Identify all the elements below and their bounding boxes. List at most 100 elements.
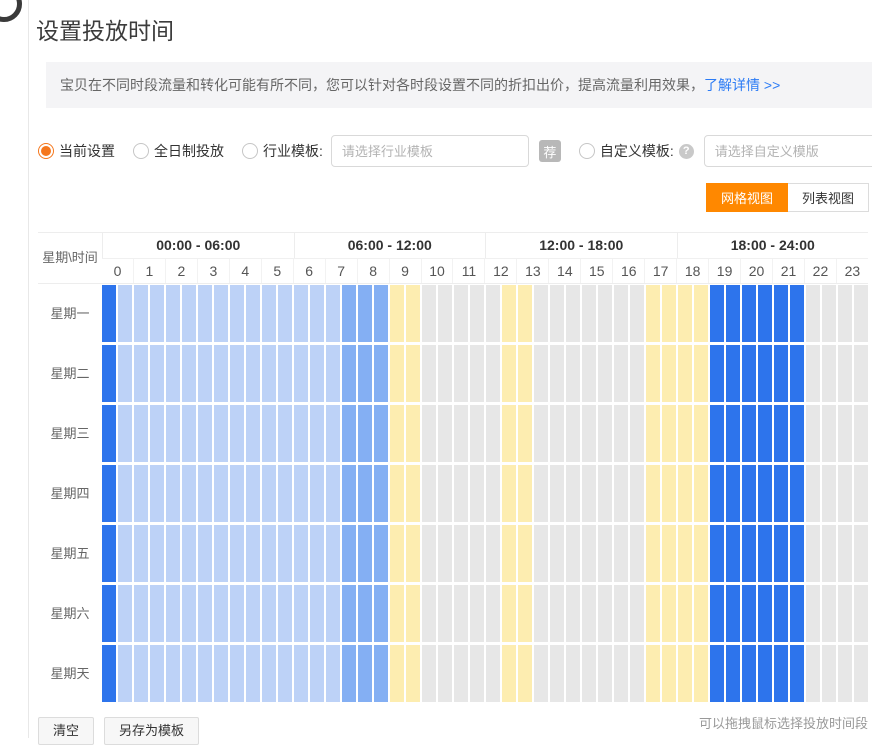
time-slot-cell[interactable] [598,405,612,462]
time-slot-cell[interactable] [374,585,388,642]
time-slot-cell[interactable] [534,525,548,582]
time-slot-cell[interactable] [534,405,548,462]
time-slot-cell[interactable] [374,405,388,462]
time-slot-cell[interactable] [774,405,788,462]
time-slot-cell[interactable] [150,525,164,582]
time-slot-cell[interactable] [582,525,596,582]
time-slot-cell[interactable] [630,405,644,462]
time-slot-cell[interactable] [118,345,132,402]
time-slot-cell[interactable] [774,585,788,642]
time-slot-cell[interactable] [390,285,404,342]
time-slot-cell[interactable] [182,525,196,582]
time-slot-cell[interactable] [358,465,372,522]
grid-view-button[interactable]: 网格视图 [706,183,788,212]
time-slot-cell[interactable] [502,405,516,462]
time-slot-cell[interactable] [182,345,196,402]
time-slot-cell[interactable] [678,525,692,582]
time-slot-cell[interactable] [198,465,212,522]
time-slot-cell[interactable] [598,645,612,702]
time-slot-cell[interactable] [486,405,500,462]
industry-template-input[interactable] [331,135,529,167]
time-slot-cell[interactable] [246,525,260,582]
time-slot-cell[interactable] [806,645,820,702]
time-slot-cell[interactable] [694,465,708,522]
time-slot-cell[interactable] [630,465,644,522]
time-slot-cell[interactable] [678,585,692,642]
time-slot-cell[interactable] [822,285,836,342]
custom-template-input[interactable] [704,135,872,167]
time-slot-cell[interactable] [310,585,324,642]
time-slot-cell[interactable] [166,645,180,702]
time-slot-cell[interactable] [374,645,388,702]
time-slot-cell[interactable] [278,285,292,342]
time-slot-cell[interactable] [582,465,596,522]
time-slot-cell[interactable] [838,345,852,402]
time-slot-cell[interactable] [582,285,596,342]
time-slot-cell[interactable] [662,465,676,522]
time-slot-cell[interactable] [614,525,628,582]
time-slot-cell[interactable] [310,465,324,522]
time-slot-cell[interactable] [598,285,612,342]
time-slot-cell[interactable] [374,525,388,582]
time-slot-cell[interactable] [310,405,324,462]
time-slot-cell[interactable] [470,525,484,582]
time-slot-cell[interactable] [246,645,260,702]
time-slot-cell[interactable] [422,585,436,642]
time-slot-cell[interactable] [102,345,116,402]
time-slot-cell[interactable] [598,345,612,402]
time-slot-cell[interactable] [214,645,228,702]
time-slot-cell[interactable] [390,345,404,402]
time-slot-cell[interactable] [854,525,868,582]
time-slot-cell[interactable] [742,525,756,582]
time-slot-cell[interactable] [118,645,132,702]
time-slot-cell[interactable] [246,585,260,642]
time-slot-cell[interactable] [662,525,676,582]
time-slot-cell[interactable] [486,465,500,522]
time-slot-cell[interactable] [806,345,820,402]
time-slot-cell[interactable] [742,345,756,402]
time-slot-cell[interactable] [662,285,676,342]
time-slot-cell[interactable] [150,285,164,342]
time-slot-cell[interactable] [678,285,692,342]
time-slot-cell[interactable] [550,525,564,582]
time-slot-cell[interactable] [246,285,260,342]
time-slot-cell[interactable] [230,585,244,642]
time-slot-cell[interactable] [166,405,180,462]
time-slot-cell[interactable] [694,345,708,402]
time-slot-cell[interactable] [438,465,452,522]
time-slot-cell[interactable] [550,285,564,342]
time-slot-cell[interactable] [294,465,308,522]
time-slot-cell[interactable] [838,405,852,462]
time-slot-cell[interactable] [566,345,580,402]
time-slot-cell[interactable] [534,645,548,702]
time-slot-cell[interactable] [710,645,724,702]
time-slot-cell[interactable] [470,465,484,522]
time-slot-cell[interactable] [822,525,836,582]
time-slot-cell[interactable] [422,525,436,582]
time-slot-cell[interactable] [102,645,116,702]
clear-button[interactable]: 清空 [38,717,94,745]
time-slot-cell[interactable] [326,465,340,522]
time-slot-cell[interactable] [534,345,548,402]
time-slot-cell[interactable] [134,585,148,642]
time-slot-cell[interactable] [246,345,260,402]
time-slot-cell[interactable] [662,645,676,702]
time-slot-cell[interactable] [726,285,740,342]
time-slot-cell[interactable] [790,345,804,402]
time-slot-cell[interactable] [262,645,276,702]
time-slot-cell[interactable] [582,345,596,402]
help-question-icon[interactable]: ? [679,144,694,159]
time-slot-cell[interactable] [198,645,212,702]
time-slot-cell[interactable] [518,645,532,702]
time-slot-cell[interactable] [694,285,708,342]
time-slot-cell[interactable] [550,465,564,522]
time-slot-cell[interactable] [646,285,660,342]
time-slot-cell[interactable] [758,525,772,582]
time-slot-cell[interactable] [742,285,756,342]
time-slot-cell[interactable] [310,285,324,342]
time-slot-cell[interactable] [646,465,660,522]
time-slot-cell[interactable] [614,465,628,522]
time-slot-cell[interactable] [470,285,484,342]
time-slot-cell[interactable] [102,525,116,582]
time-slot-cell[interactable] [726,645,740,702]
